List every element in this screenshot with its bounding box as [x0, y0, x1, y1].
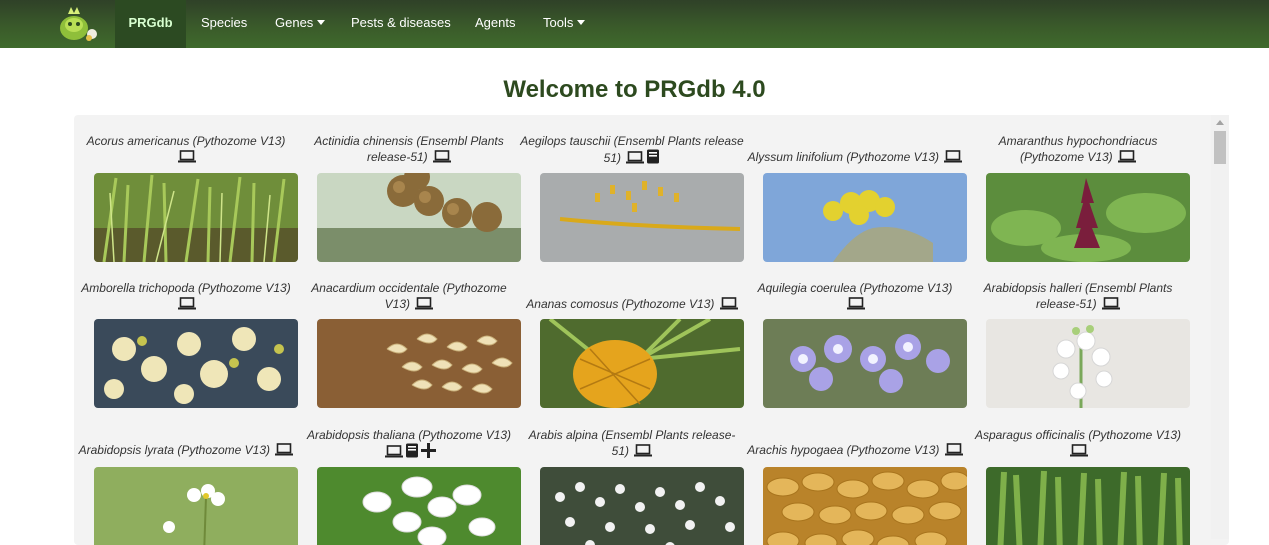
- laptop-icon[interactable]: [944, 443, 963, 460]
- species-name: Aquilegia coerulea (Pythozome V13): [757, 281, 953, 295]
- caret-down-icon: [577, 20, 586, 25]
- species-name: Amborella trichopoda (Pythozome V13): [81, 281, 291, 295]
- nav-genes-label: Genes: [275, 15, 314, 30]
- species-name: Arabis alpina (Ensembl Plants release-51…: [528, 428, 736, 458]
- species-name: Actinidia chinensis (Ensembl Plants rele…: [314, 134, 504, 164]
- laptop-icon[interactable]: [178, 297, 196, 314]
- species-photo[interactable]: [94, 173, 298, 262]
- species-name: Anacardium occidentale (Pythozome V13): [311, 281, 507, 311]
- species-name: Alyssum linifolium (Pythozome V13): [747, 150, 940, 164]
- species-photo[interactable]: [986, 319, 1190, 408]
- species-name: Ananas comosus (Pythozome V13): [526, 297, 715, 311]
- laptop-icon[interactable]: [944, 150, 963, 167]
- page-title: Welcome to PRGdb 4.0: [503, 76, 766, 103]
- species-name: Arabidopsis halleri (Ensembl Plants rele…: [983, 281, 1173, 311]
- nav-brand-prgdb[interactable]: PRGdb: [115, 0, 186, 48]
- laptop-icon[interactable]: [634, 444, 653, 461]
- laptop-icon[interactable]: [384, 445, 403, 462]
- species-photo[interactable]: [986, 467, 1190, 545]
- scroll-up-arrow-icon[interactable]: [1216, 120, 1224, 125]
- species-photo[interactable]: [317, 467, 521, 545]
- nav-agents[interactable]: Agents: [475, 0, 515, 48]
- species-name: Asparagus officinalis (Pythozome V13): [974, 428, 1182, 442]
- species-grid-panel: Acorus americanus (Pythozome V13) Actini…: [74, 115, 1229, 545]
- laptop-icon[interactable]: [275, 443, 294, 460]
- laptop-icon[interactable]: [626, 151, 645, 168]
- species-photo[interactable]: [540, 173, 744, 262]
- species-photo[interactable]: [763, 173, 967, 262]
- species-photo[interactable]: [540, 467, 744, 545]
- book-icon[interactable]: [646, 149, 660, 168]
- laptop-icon[interactable]: [1102, 297, 1121, 314]
- laptop-icon[interactable]: [1070, 444, 1088, 461]
- species-photo[interactable]: [763, 467, 967, 545]
- species-photo[interactable]: [540, 319, 744, 408]
- laptop-icon[interactable]: [415, 297, 434, 314]
- prgdb-logo[interactable]: [56, 4, 102, 44]
- species-photo[interactable]: [986, 173, 1190, 262]
- species-photo[interactable]: [317, 319, 521, 408]
- top-navbar: PRGdb Species Genes Pests & diseases Age…: [0, 0, 1269, 48]
- laptop-icon[interactable]: [719, 297, 738, 314]
- laptop-icon[interactable]: [178, 150, 196, 167]
- plus-icon[interactable]: [420, 443, 436, 462]
- species-photo[interactable]: [94, 319, 298, 408]
- scroll-thumb[interactable]: [1214, 131, 1226, 164]
- species-name: Acorus americanus (Pythozome V13): [86, 134, 286, 148]
- caret-down-icon: [317, 20, 326, 25]
- species-photo[interactable]: [94, 467, 298, 545]
- species-name: Arabidopsis lyrata (Pythozome V13): [78, 443, 271, 457]
- nav-tools-dropdown[interactable]: Tools: [543, 0, 586, 48]
- nav-tools-label: Tools: [543, 15, 574, 30]
- laptop-icon[interactable]: [1118, 150, 1137, 167]
- species-name: Arabidopsis thaliana (Pythozome V13): [306, 428, 512, 442]
- laptop-icon[interactable]: [847, 297, 865, 314]
- nav-genes-dropdown[interactable]: Genes: [275, 0, 326, 48]
- nav-species[interactable]: Species: [201, 0, 247, 48]
- species-photo[interactable]: [763, 319, 967, 408]
- vertical-scrollbar[interactable]: [1211, 115, 1229, 539]
- laptop-icon[interactable]: [433, 150, 452, 167]
- species-photo[interactable]: [317, 173, 521, 262]
- nav-pests-diseases[interactable]: Pests & diseases: [351, 0, 451, 48]
- book-icon[interactable]: [405, 443, 419, 462]
- species-name: Arachis hypogaea (Pythozome V13): [747, 443, 940, 457]
